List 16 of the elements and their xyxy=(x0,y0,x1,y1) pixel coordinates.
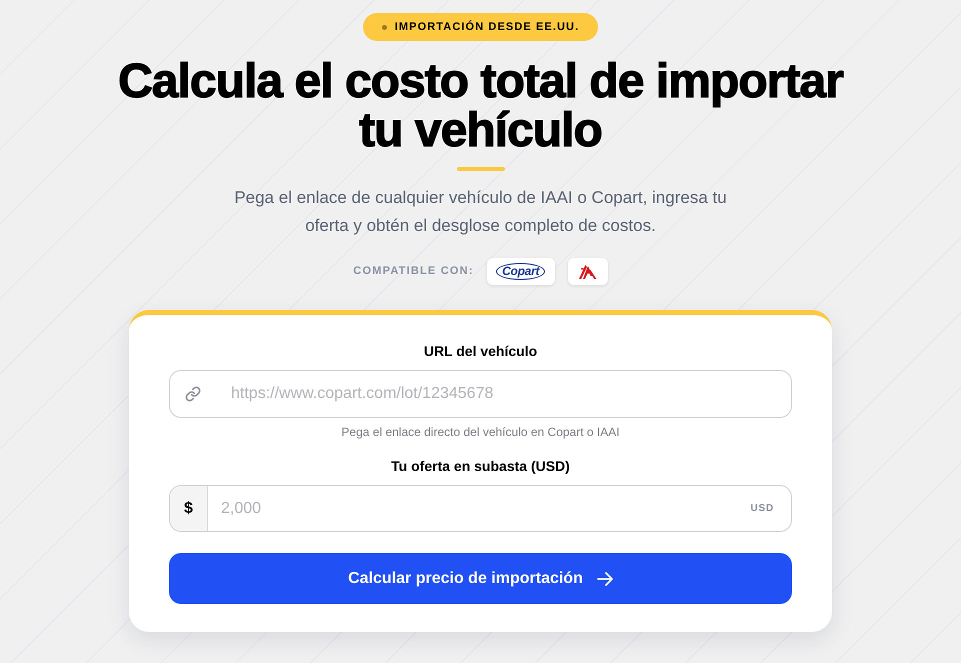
badge-label: IMPORTACIÓN DESDE EE.UU. xyxy=(394,22,580,32)
compatible-label: COMPATIBLE CON: xyxy=(353,264,474,280)
copart-logo: Copart xyxy=(496,263,546,280)
calculate-button[interactable]: Calcular precio de importación xyxy=(169,553,792,604)
url-input[interactable]: https://www.copart.com/lot/12345678 xyxy=(169,370,792,418)
arrow-right-icon xyxy=(596,572,613,586)
field-label: Tu oferta en subasta (USD) xyxy=(390,457,571,476)
currency-suffix: USD xyxy=(750,502,774,516)
logo-icon xyxy=(578,264,597,278)
link-icon xyxy=(185,386,201,402)
page-subtitle: Pega el enlace de cualquier vehículo de IAAI o Copart, ingresa tu oferta y obtén el desglose completo de costos. xyxy=(233,187,728,237)
field-label: URL del vehículo xyxy=(422,342,538,361)
currency-prefix: $ xyxy=(170,486,208,531)
title-underline xyxy=(456,167,504,171)
page-title: Calcula el costo total de importar tu vehículo xyxy=(117,57,844,155)
field-hint: Pega el enlace directo del vehículo en Copart o IAAI xyxy=(340,424,621,440)
